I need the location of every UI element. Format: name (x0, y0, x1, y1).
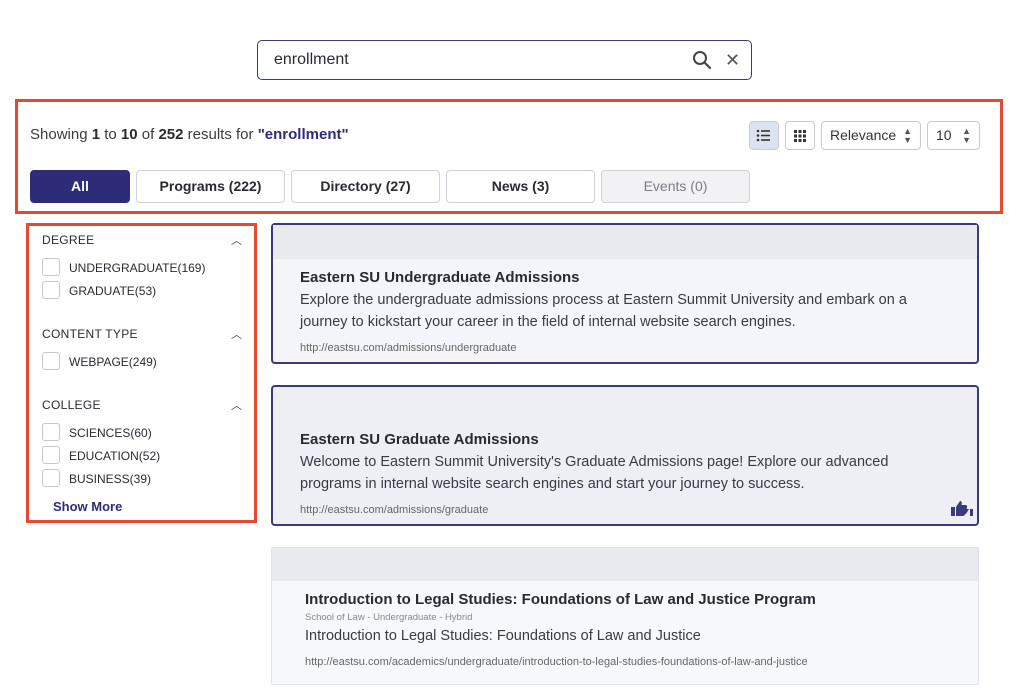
result-title[interactable]: Eastern SU Graduate Admissions (300, 431, 539, 448)
sort-select[interactable]: Relevance ▲ ▼ (821, 121, 921, 150)
result-description-line: Welcome to Eastern Summit University's G… (300, 454, 889, 470)
search-input[interactable] (272, 49, 672, 71)
result-description-line: Explore the undergraduate admissions pro… (300, 292, 907, 308)
chevron-up-icon[interactable]: ︿ (231, 232, 242, 248)
chevron-up-icon[interactable]: ︿ (231, 397, 242, 413)
tab-programs[interactable]: Programs (222) (136, 170, 285, 203)
result-card[interactable]: Eastern SU Undergraduate Admissions Expl… (271, 223, 979, 364)
result-url[interactable]: http://eastsu.com/admissions/undergradua… (300, 342, 516, 354)
result-meta: School of Law - Undergraduate - Hybrid (305, 612, 473, 623)
sort-select-value: Relevance (830, 127, 897, 143)
grid-view-button[interactable] (785, 121, 815, 150)
results-summary: Showing 1 to 10 of 252 results for "enro… (30, 126, 349, 143)
facet-option-label: EDUCATION(52) (69, 449, 161, 463)
list-view-button[interactable] (749, 121, 779, 150)
result-card-header (272, 548, 978, 581)
facet-option-label: WEBPAGE(249) (69, 355, 157, 369)
result-card[interactable]: Introduction to Legal Studies: Foundatio… (271, 547, 979, 685)
list-view-icon (756, 129, 770, 142)
checkbox-education[interactable] (42, 446, 60, 464)
checkbox-business[interactable] (42, 469, 60, 487)
facet-option-label: GRADUATE(53) (69, 284, 157, 298)
chevron-up-icon[interactable]: ︿ (231, 326, 242, 342)
search-bar: ✕ (257, 40, 752, 80)
result-description-line: journey to kickstart your career in the … (300, 314, 796, 330)
tab-events[interactable]: Events (0) (601, 170, 750, 203)
facet-option-label: SCIENCES(60) (69, 426, 152, 440)
result-url[interactable]: http://eastsu.com/academics/undergraduat… (305, 656, 808, 668)
per-page-select[interactable]: 10 ▲ ▼ (927, 121, 980, 150)
select-arrows-icon: ▲ ▼ (962, 126, 971, 145)
facet-title-degree: DEGREE (42, 233, 95, 247)
result-title[interactable]: Eastern SU Undergraduate Admissions (300, 269, 580, 286)
tab-all[interactable]: All (30, 170, 130, 203)
result-url[interactable]: http://eastsu.com/admissions/graduate (300, 504, 488, 516)
facet-option-label: BUSINESS(39) (69, 472, 152, 486)
result-card[interactable]: Eastern SU Graduate Admissions Welcome t… (271, 385, 979, 526)
result-title[interactable]: Introduction to Legal Studies: Foundatio… (305, 591, 816, 608)
per-page-select-value: 10 (936, 127, 952, 143)
checkbox-undergraduate[interactable] (42, 258, 60, 276)
result-card-header (273, 225, 977, 259)
select-arrows-icon: ▲ ▼ (903, 126, 912, 145)
result-description-line: Introduction to Legal Studies: Foundatio… (305, 628, 701, 644)
tab-news[interactable]: News (3) (446, 170, 595, 203)
result-description-line: programs in internal website search engi… (300, 476, 805, 492)
show-more-link[interactable]: Show More (53, 499, 122, 514)
tab-directory[interactable]: Directory (27) (291, 170, 440, 203)
facet-title-college: COLLEGE (42, 398, 101, 412)
checkbox-sciences[interactable] (42, 423, 60, 441)
checkbox-webpage[interactable] (42, 352, 60, 370)
facet-title-content-type: CONTENT TYPE (42, 327, 138, 341)
checkbox-graduate[interactable] (42, 281, 60, 299)
facet-option-label: UNDERGRADUATE(169) (69, 261, 206, 275)
clear-search-icon[interactable]: ✕ (725, 50, 740, 70)
search-icon[interactable] (692, 50, 712, 70)
grid-view-icon (794, 130, 806, 142)
thumbs-feedback-icon[interactable] (949, 499, 975, 521)
